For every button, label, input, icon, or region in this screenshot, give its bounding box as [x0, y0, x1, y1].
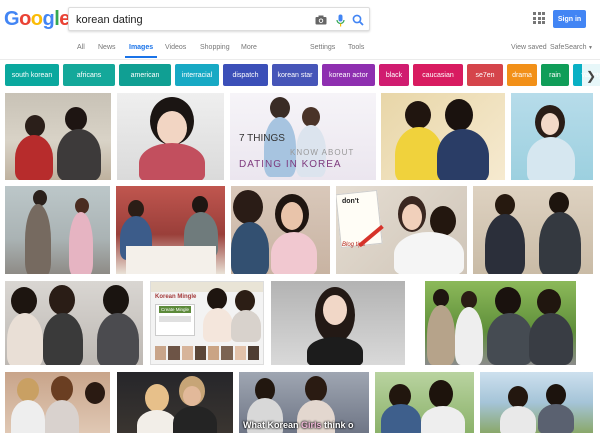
- tab-all[interactable]: All: [77, 44, 85, 51]
- magnifier-icon[interactable]: [350, 12, 366, 28]
- image-result[interactable]: [480, 372, 593, 433]
- image-result[interactable]: [511, 93, 593, 180]
- related-search-chip[interactable]: dispatch: [223, 64, 268, 86]
- image-result[interactable]: [117, 93, 224, 180]
- image-result[interactable]: [381, 93, 505, 180]
- logo-letter: o: [30, 8, 43, 30]
- image-result[interactable]: Korean Mingle Create Mingle: [150, 281, 264, 365]
- image-result[interactable]: What Korean Girls think o: [239, 372, 369, 433]
- image-caption: Korean Mingle: [155, 294, 197, 300]
- image-search-page: Google Sign in All News Images Videos Sh…: [0, 0, 600, 433]
- related-search-chip[interactable]: korean star: [272, 64, 318, 86]
- image-result[interactable]: don't Blog tips: [336, 186, 467, 274]
- image-caption: KNOW ABOUT: [290, 148, 355, 157]
- related-search-chips: south korean africans american interracial d…: [5, 64, 600, 88]
- logo-letter: G: [4, 8, 20, 30]
- related-search-chip[interactable]: black: [379, 64, 409, 86]
- tab-more[interactable]: More: [241, 44, 257, 51]
- related-search-chip[interactable]: rain: [541, 64, 569, 86]
- image-caption: don't: [342, 198, 359, 205]
- related-search-chip[interactable]: drama: [507, 64, 537, 86]
- image-result[interactable]: 7 THINGS KNOW ABOUT DATING IN KOREA: [230, 93, 376, 180]
- related-search-chip[interactable]: american: [119, 64, 171, 86]
- logo-letter: g: [42, 8, 55, 30]
- search-tabs: All News Images Videos Shopping More Set…: [0, 40, 600, 60]
- image-result[interactable]: [117, 372, 233, 433]
- tab-news[interactable]: News: [98, 44, 116, 51]
- camera-icon[interactable]: [313, 12, 329, 28]
- tab-shopping[interactable]: Shopping: [200, 44, 230, 51]
- chevron-down-icon: ▼: [586, 45, 593, 51]
- safesearch-label: SafeSearch: [550, 44, 587, 51]
- image-result[interactable]: [5, 281, 143, 365]
- chevron-right-icon[interactable]: ❯: [582, 64, 600, 88]
- image-caption: What Korean Girls think o: [243, 420, 354, 430]
- tab-videos[interactable]: Videos: [165, 44, 186, 51]
- image-result[interactable]: [375, 372, 474, 433]
- related-search-chip[interactable]: africans: [63, 64, 115, 86]
- sign-in-button[interactable]: Sign in: [553, 10, 586, 28]
- related-search-chip[interactable]: interracial: [175, 64, 219, 86]
- image-result[interactable]: [271, 281, 405, 365]
- apps-grid-icon[interactable]: [533, 12, 545, 24]
- microphone-icon[interactable]: [332, 12, 348, 28]
- logo-letter: o: [19, 8, 31, 30]
- active-tab-indicator: [125, 56, 157, 58]
- safesearch-toggle[interactable]: SafeSearch ▼: [550, 44, 593, 51]
- image-result[interactable]: [5, 186, 110, 274]
- view-saved-link[interactable]: View saved: [511, 44, 547, 51]
- image-caption: Create Mingle: [159, 306, 192, 313]
- image-result[interactable]: [473, 186, 593, 274]
- tab-settings[interactable]: Settings: [310, 44, 335, 51]
- image-caption: 7 THINGS: [239, 133, 285, 144]
- image-result[interactable]: [425, 281, 576, 365]
- search-input[interactable]: [76, 12, 296, 27]
- related-search-chip[interactable]: se7en: [467, 64, 503, 86]
- image-result[interactable]: [5, 372, 110, 433]
- image-result[interactable]: [5, 93, 111, 180]
- image-caption: DATING IN KOREA: [239, 159, 342, 170]
- related-search-chip[interactable]: korean actor: [322, 64, 375, 86]
- tab-images[interactable]: Images: [129, 44, 153, 51]
- related-search-chip[interactable]: caucasian: [413, 64, 463, 86]
- image-result[interactable]: [116, 186, 225, 274]
- search-box: [68, 7, 370, 31]
- related-search-chip[interactable]: south korean: [5, 64, 59, 86]
- image-result[interactable]: [231, 186, 330, 274]
- google-logo[interactable]: Google: [4, 8, 70, 31]
- tab-tools[interactable]: Tools: [348, 44, 364, 51]
